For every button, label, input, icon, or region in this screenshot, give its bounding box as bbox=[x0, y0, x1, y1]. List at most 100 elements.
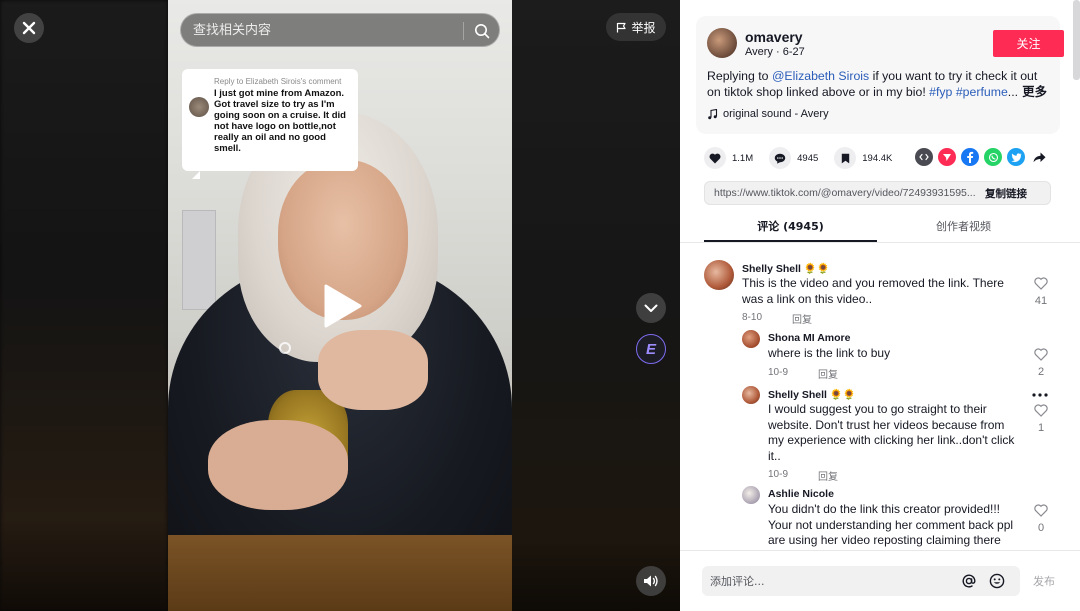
search-icon bbox=[475, 24, 490, 39]
video-link-box: https://www.tiktok.com/@omavery/video/72… bbox=[704, 181, 1051, 205]
flag-icon bbox=[617, 22, 627, 32]
search-bar[interactable] bbox=[180, 13, 500, 47]
author-display-name: Avery bbox=[745, 46, 773, 58]
music-note-icon bbox=[708, 108, 718, 119]
comment-text: I would suggest you to go straight to th… bbox=[768, 402, 1015, 463]
bookmark-icon bbox=[841, 153, 849, 163]
like-button[interactable] bbox=[704, 147, 726, 169]
page-scrollbar[interactable] bbox=[1073, 0, 1080, 80]
comment-avatar[interactable] bbox=[742, 330, 760, 348]
caption-mention-link[interactable]: @Elizabeth Sirois bbox=[772, 69, 869, 83]
comment-author[interactable]: Shelly Shell 🌻🌻 bbox=[742, 262, 830, 275]
comment-like-count: 0 bbox=[1037, 522, 1045, 534]
search-divider bbox=[463, 22, 464, 40]
save-count: 194.4K bbox=[862, 152, 893, 164]
report-button[interactable]: 举报 bbox=[606, 13, 666, 41]
author-username[interactable]: omavery bbox=[745, 29, 803, 45]
play-icon bbox=[324, 284, 362, 328]
heart-outline-icon bbox=[1034, 277, 1048, 290]
comment-text: where is the link to buy bbox=[768, 346, 891, 360]
reply-item: Ashlie Nicole You didn't do the link thi… bbox=[680, 486, 1080, 550]
more-share-button[interactable] bbox=[1030, 148, 1048, 166]
search-input[interactable] bbox=[193, 22, 453, 38]
video-player[interactable]: 举报 Reply to Elizabeth Sirois's comment I… bbox=[0, 0, 680, 611]
share-arrow-icon bbox=[1033, 152, 1045, 162]
reply-button[interactable]: 回复 bbox=[818, 468, 838, 483]
comment-input[interactable] bbox=[710, 572, 950, 590]
reply-button[interactable]: 回复 bbox=[818, 366, 838, 381]
at-sign-icon bbox=[962, 574, 976, 588]
share-twitter-button[interactable] bbox=[1007, 148, 1025, 166]
comment-item: Shelly Shell 🌻🌻 This is the video and yo… bbox=[680, 256, 1080, 328]
comment-avatar[interactable] bbox=[704, 260, 734, 290]
comment-like-button[interactable] bbox=[1033, 504, 1049, 522]
reply-button[interactable]: 回复 bbox=[792, 311, 812, 326]
comment-like-count: 41 bbox=[1034, 295, 1048, 307]
effect-badge[interactable]: E bbox=[636, 334, 666, 364]
post-comment-button[interactable]: 发布 bbox=[1033, 573, 1055, 589]
more-dots-icon bbox=[1032, 393, 1048, 397]
search-button[interactable] bbox=[471, 20, 493, 42]
hashtag-fyp-link[interactable]: #fyp bbox=[929, 85, 952, 99]
volume-button[interactable] bbox=[636, 566, 666, 596]
comment-like-button[interactable] bbox=[1033, 348, 1049, 366]
heart-icon bbox=[709, 153, 721, 163]
embed-button[interactable] bbox=[915, 148, 933, 166]
comment-avatar[interactable] bbox=[742, 486, 760, 504]
follow-button[interactable]: 关注 bbox=[993, 30, 1064, 57]
comment-text: You didn't do the link this creator prov… bbox=[768, 502, 1014, 547]
speaker-icon bbox=[644, 575, 658, 587]
music-title: original sound - Avery bbox=[723, 108, 829, 120]
mention-button[interactable] bbox=[960, 572, 978, 590]
comment-avatar[interactable] bbox=[742, 386, 760, 404]
author-avatar[interactable] bbox=[707, 28, 737, 58]
emoji-button[interactable] bbox=[988, 572, 1006, 590]
heart-outline-icon bbox=[1034, 504, 1048, 517]
comment-author[interactable]: Shelly Shell 🌻🌻 bbox=[768, 388, 856, 401]
author-meta: Avery · 6-27 bbox=[745, 46, 805, 58]
tab-comments[interactable]: 评论 (4945) bbox=[704, 212, 877, 242]
close-icon bbox=[22, 21, 36, 35]
heart-outline-icon bbox=[1034, 348, 1048, 361]
embed-icon bbox=[919, 153, 929, 161]
play-button[interactable] bbox=[322, 284, 362, 328]
send-to-friends-button[interactable] bbox=[938, 148, 956, 166]
share-facebook-button[interactable] bbox=[961, 148, 979, 166]
comment-list[interactable]: Shelly Shell 🌻🌻 This is the video and yo… bbox=[680, 256, 1080, 550]
hashtag-perfume-link[interactable]: #perfume bbox=[956, 85, 1008, 99]
comment-like-button[interactable] bbox=[1033, 277, 1049, 295]
heart-outline-icon bbox=[1034, 404, 1048, 417]
send-icon bbox=[943, 154, 951, 161]
reply-to-comment-sticker: Reply to Elizabeth Sirois's comment I ju… bbox=[182, 69, 358, 179]
reply-sticker-header: Reply to Elizabeth Sirois's comment bbox=[214, 77, 342, 86]
comment-bubble-icon bbox=[774, 153, 786, 164]
copy-link-button[interactable]: 复制链接 bbox=[977, 186, 1027, 201]
next-video-button[interactable] bbox=[636, 293, 666, 323]
author-card: omavery Avery · 6-27 关注 Replying to @Eli… bbox=[696, 16, 1064, 134]
caption-more-button[interactable]: 更多 bbox=[1018, 85, 1047, 99]
close-button[interactable] bbox=[14, 13, 44, 43]
reply-item: Shelly Shell 🌻🌻 I would suggest you to g… bbox=[680, 384, 1080, 483]
loading-indicator bbox=[279, 342, 291, 354]
side-panel: omavery Avery · 6-27 关注 Replying to @Eli… bbox=[680, 0, 1080, 611]
video-caption: Replying to @Elizabeth Sirois if you wan… bbox=[707, 69, 1047, 99]
comment-more-options-button[interactable] bbox=[1032, 384, 1048, 400]
music-link[interactable]: original sound - Avery bbox=[707, 108, 829, 120]
comment-like-count: 2 bbox=[1037, 366, 1045, 378]
comment-like-button[interactable] bbox=[1033, 404, 1049, 422]
comment-date: 10-9 bbox=[768, 367, 789, 378]
tab-creator-videos[interactable]: 创作者视频 bbox=[877, 212, 1050, 242]
whatsapp-icon bbox=[988, 152, 998, 162]
share-whatsapp-button[interactable] bbox=[984, 148, 1002, 166]
table-surface bbox=[168, 535, 512, 611]
reply-sticker-avatar bbox=[189, 97, 209, 117]
reply-item: Shona MI Amore where is the link to buy … bbox=[680, 330, 1080, 382]
panel-tabs: 评论 (4945) 创作者视频 bbox=[704, 212, 1051, 242]
comment-button[interactable] bbox=[769, 147, 792, 169]
video-link-url[interactable]: https://www.tiktok.com/@omavery/video/72… bbox=[705, 187, 977, 199]
facebook-icon bbox=[967, 151, 974, 163]
comment-composer bbox=[702, 566, 1020, 596]
save-button[interactable] bbox=[834, 147, 857, 169]
comment-author[interactable]: Ashlie Nicole bbox=[768, 488, 834, 500]
comment-author[interactable]: Shona MI Amore bbox=[768, 332, 850, 344]
